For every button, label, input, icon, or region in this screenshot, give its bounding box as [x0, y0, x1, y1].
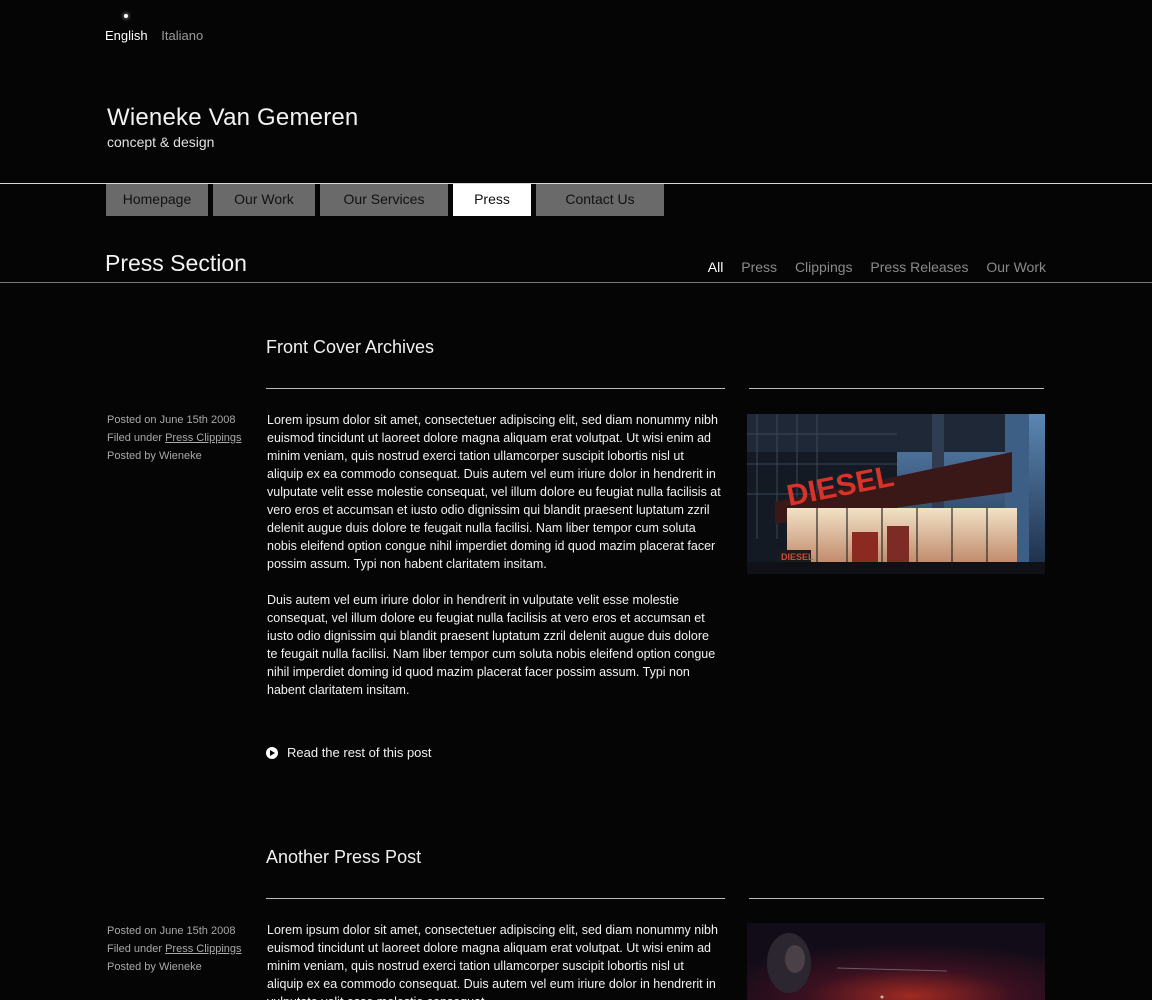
post-author: Posted by Wieneke — [107, 450, 202, 462]
filter-clippings[interactable]: Clippings — [795, 259, 853, 275]
language-italiano-link[interactable]: Italiano — [161, 28, 203, 43]
post-image-dark[interactable] — [747, 923, 1045, 1000]
post-title[interactable]: Front Cover Archives — [266, 337, 434, 358]
language-switcher: English Italiano — [105, 28, 213, 43]
post-date: Posted on June 15th 2008 — [107, 925, 236, 937]
post-category: Filed under Press Clippings — [107, 940, 242, 958]
nav-homepage[interactable]: Homepage — [106, 184, 208, 216]
nav-contact-us[interactable]: Contact Us — [536, 184, 664, 216]
post-date: Posted on June 15th 2008 — [107, 414, 236, 426]
filter-all[interactable]: All — [708, 259, 724, 275]
read-more-link[interactable]: Read the rest of this post — [266, 745, 432, 760]
brand-name: Wieneke Van Gemeren — [107, 104, 359, 131]
dark-photo — [747, 923, 1045, 1000]
main-nav: Homepage Our Work Our Services Press Con… — [106, 184, 669, 216]
storefront-photo: DIESEL DIESEL — [747, 414, 1045, 574]
section-title: Press Section — [105, 250, 247, 276]
brand-tagline: concept & design — [107, 134, 215, 150]
post-image-rule — [749, 388, 1044, 389]
read-more-label: Read the rest of this post — [287, 745, 432, 760]
nav-our-work[interactable]: Our Work — [213, 184, 315, 216]
post-title-rule — [266, 388, 725, 389]
post-body: Lorem ipsum dolor sit amet, consectetuer… — [267, 921, 722, 1000]
post-body: Lorem ipsum dolor sit amet, consectetuer… — [267, 411, 722, 717]
category-filters: All Press Clippings Press Releases Our W… — [694, 259, 1046, 275]
post-category-link[interactable]: Press Clippings — [165, 943, 241, 955]
post-title-rule — [266, 898, 725, 899]
play-circle-icon — [266, 746, 278, 759]
post-category: Filed under Press Clippings — [107, 429, 242, 447]
post-image-rule — [749, 898, 1044, 899]
filter-our-work[interactable]: Our Work — [986, 259, 1046, 275]
post-category-prefix: Filed under — [107, 943, 166, 955]
nav-our-services[interactable]: Our Services — [320, 184, 448, 216]
nav-press[interactable]: Press — [453, 184, 531, 216]
language-english-link[interactable]: English — [105, 28, 148, 43]
post-paragraph: Duis autem vel eum iriure dolor in hendr… — [267, 593, 716, 697]
post-meta: Posted on June 15th 2008 Filed under Pre… — [107, 411, 242, 465]
post-category-prefix: Filed under — [107, 432, 166, 444]
brand[interactable]: Wieneke Van Gemeren concept & design — [107, 104, 358, 150]
filter-press-releases[interactable]: Press Releases — [870, 259, 968, 275]
section-divider — [0, 282, 1152, 283]
storefront-small-sign: DIESEL — [781, 552, 814, 562]
filter-press[interactable]: Press — [741, 259, 777, 275]
post-author: Posted by Wieneke — [107, 961, 202, 973]
post-paragraph: Lorem ipsum dolor sit amet, consectetuer… — [267, 413, 721, 571]
post-image-storefront[interactable]: DIESEL DIESEL — [747, 414, 1045, 574]
post-paragraph: Lorem ipsum dolor sit amet, consectetuer… — [267, 923, 718, 1000]
post-title[interactable]: Another Press Post — [266, 847, 421, 868]
post-category-link[interactable]: Press Clippings — [165, 432, 241, 444]
page: English Italiano Wieneke Van Gemeren con… — [0, 0, 1152, 1000]
post-meta: Posted on June 15th 2008 Filed under Pre… — [107, 922, 242, 976]
